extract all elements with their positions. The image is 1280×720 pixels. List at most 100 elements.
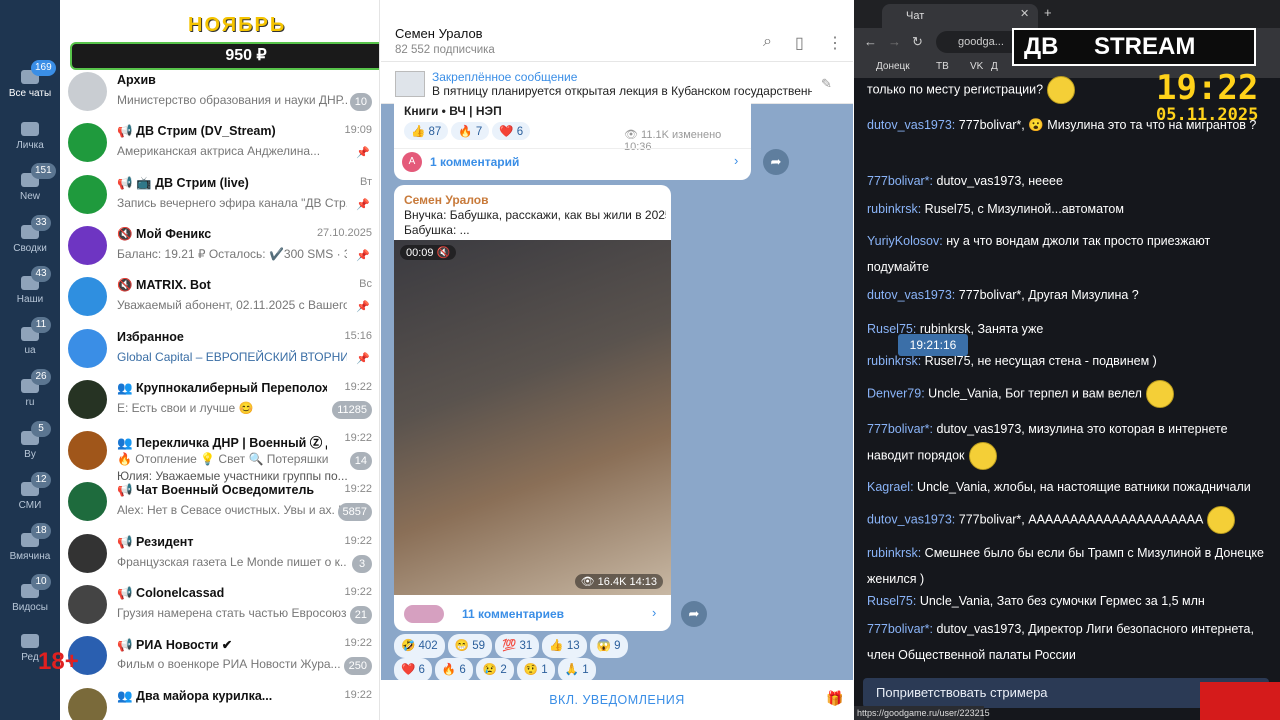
reaction-chip[interactable]: 🔥 6: [434, 658, 473, 682]
rail-folder-3[interactable]: 33 Сводки: [0, 215, 60, 254]
bookmark-item[interactable]: VK: [970, 61, 983, 72]
forward-icon[interactable]: →: [888, 34, 901, 49]
rail-folder-4[interactable]: 43 Наши: [0, 266, 60, 305]
video-duration: 00:09: [406, 247, 434, 259]
avatar: [68, 72, 107, 111]
reaction-chip[interactable]: 😢 2: [475, 658, 514, 682]
chat-nick[interactable]: 777bolivar*:: [867, 174, 933, 188]
post2-comments[interactable]: 11 комментариев: [462, 607, 564, 621]
reaction-chip[interactable]: 💯 31: [495, 634, 540, 658]
chat-nick[interactable]: rubinkrsk:: [867, 546, 921, 560]
reaction-chip[interactable]: ❤️ 6: [492, 122, 531, 140]
chat-time: 19:22: [344, 688, 372, 701]
chat-preview: Грузия намерена стать частью Евросоюза .…: [117, 606, 347, 620]
folder-label: Сводки: [13, 243, 47, 254]
chat-nick[interactable]: Rusel75:: [867, 594, 916, 608]
status-url: https://goodgame.ru/user/223215: [854, 706, 990, 720]
unread-badge: 10: [349, 93, 372, 111]
folder-badge: 5: [31, 421, 51, 437]
rail-folder-1[interactable]: Личка: [0, 122, 60, 151]
chat-row[interactable]: 📢 Чат Военный Осведомитель 19:22 Alex: Нет…: [60, 476, 379, 527]
commenter-avatar: A: [402, 152, 422, 172]
video-player[interactable]: 00:09 🔇 👁 16.4K 14:13: [394, 240, 671, 595]
chat-row[interactable]: 📢 ДВ Стрим (DV_Stream) 19:09 Американская …: [60, 117, 379, 168]
avatar: [68, 431, 107, 471]
sidebar-toggle-icon[interactable]: ▯: [795, 33, 804, 53]
chat-nick[interactable]: dutov_vas1973:: [867, 118, 955, 132]
chat-nick[interactable]: rubinkrsk:: [867, 202, 921, 216]
rail-folder-6[interactable]: 26 ru: [0, 369, 60, 408]
chat-nick[interactable]: YuriyKolosov:: [867, 234, 943, 248]
chat-message: rubinkrsk: Rusel75, с Мизулиной...автома…: [867, 196, 1267, 222]
chat-preview: Министерство образования и науки ДНР...: [117, 93, 347, 107]
reaction-chip[interactable]: 🔥 7: [451, 122, 490, 140]
browser-tab[interactable]: Чат: [882, 4, 1038, 28]
rail-folder-7[interactable]: 5 By: [0, 421, 60, 460]
reaction-chip[interactable]: 🤣 402: [394, 634, 445, 658]
chat-row[interactable]: 📢 Резидент 19:22 Французская газета Le Mon…: [60, 528, 379, 579]
chat-nick[interactable]: Kagrael:: [867, 480, 914, 494]
rail-folder-0[interactable]: 169 Все чаты: [0, 60, 60, 99]
share-button[interactable]: ➦: [763, 149, 789, 175]
reaction-chip[interactable]: 👍 87: [404, 122, 449, 140]
share-button[interactable]: ➦: [681, 601, 707, 627]
chevron-right-icon[interactable]: ›: [652, 605, 656, 620]
reaction-chip[interactable]: 😁 59: [447, 634, 493, 658]
reaction-chip[interactable]: 👍 13: [542, 634, 587, 658]
bookmark-item[interactable]: ТВ: [936, 61, 949, 72]
chat-row[interactable]: 📢 РИА Новости ✔ 19:22 Фильм о военкоре РИА…: [60, 630, 379, 681]
chat-row[interactable]: 📢 📺 ДВ Стрим (live) Вт Запись вечернего эф…: [60, 169, 379, 220]
chat-nick[interactable]: 777bolivar*:: [867, 622, 933, 636]
search-icon[interactable]: ⌕: [763, 33, 772, 51]
chat-title: 📢 Резидент: [117, 534, 194, 549]
post1-comments[interactable]: 1 комментарий: [430, 155, 519, 169]
chat-row[interactable]: 👥 Крупнокалиберный Переполох Чат 19:22 Е: …: [60, 374, 379, 425]
chat-title: Архив: [117, 73, 156, 87]
chat-preview: Alex: Нет в Севасе очистных. Увы и ах. Н…: [117, 503, 347, 518]
reaction-chip[interactable]: 😱 9: [589, 634, 628, 658]
reaction-chip[interactable]: 🤨 1: [516, 658, 555, 682]
pinned-thumbnail: [395, 71, 425, 97]
rail-folder-5[interactable]: 11 ua: [0, 317, 60, 356]
chat-nick[interactable]: dutov_vas1973:: [867, 512, 955, 526]
rail-folder-10[interactable]: 10 Видосы: [0, 574, 60, 613]
chat-nick[interactable]: Denver79:: [867, 386, 925, 400]
age-label: 18+: [38, 648, 79, 675]
new-tab-icon[interactable]: +: [1044, 5, 1052, 20]
channel-header[interactable]: Семен Уралов 82 552 подписчика ⌕ ▯ ⋮: [381, 0, 853, 62]
chat-row[interactable]: 🔇 MATRIX. Bot Вс Уважаемый абонент, 02.11.…: [60, 271, 379, 322]
close-tab-icon[interactable]: ✕: [1020, 7, 1029, 20]
chat-row[interactable]: Архив Министерство образования и науки ДН…: [60, 66, 379, 117]
chat-nick[interactable]: 777bolivar*:: [867, 422, 933, 436]
chat-nick[interactable]: dutov_vas1973:: [867, 288, 955, 302]
chat-text: Rusel75, с Мизулиной...автоматом: [924, 202, 1124, 216]
chevron-right-icon[interactable]: ›: [734, 153, 738, 168]
pin-list-icon[interactable]: ✎: [821, 76, 832, 92]
chat-preview: Уважаемый абонент, 02.11.2025 с Вашего а…: [117, 298, 347, 313]
rail-folder-2[interactable]: 151 New: [0, 163, 60, 202]
reload-icon[interactable]: ↻: [912, 34, 923, 50]
bookmark-item[interactable]: Донецк: [876, 61, 910, 72]
gift-icon[interactable]: 🎁: [826, 690, 843, 707]
chat-title: 🔇 MATRIX. Bot: [117, 278, 211, 293]
ussr-flag: [1200, 682, 1280, 720]
chat-row[interactable]: 📢 Colonelcassad 19:22 Грузия намерена стат…: [60, 579, 379, 630]
rail-folder-8[interactable]: 12 СМИ: [0, 472, 60, 511]
rail-folder-9[interactable]: 18 Вмячина: [0, 523, 60, 562]
avatar: [68, 585, 107, 624]
avatar: [68, 482, 107, 522]
chat-nick[interactable]: rubinkrsk:: [867, 354, 921, 368]
back-icon[interactable]: ←: [864, 34, 877, 49]
chat-row[interactable]: 👥 Два майора курилка... 19:22: [60, 682, 379, 720]
reaction-chip[interactable]: ❤️ 6: [394, 658, 432, 682]
chat-row[interactable]: Избранное 15:16 Global Capital – ЕВРОПЕЙСК…: [60, 323, 379, 374]
chat-text: 777bolivar*, Другая Мизулина ?: [958, 288, 1139, 302]
chat-row[interactable]: 🔇 Мой Феникс 27.10.2025 Баланс: 19.21 ₽ Ос…: [60, 220, 379, 271]
mute-icon[interactable]: 🔇: [437, 247, 451, 259]
bookmark-item[interactable]: Д: [991, 61, 998, 72]
unread-badge: 250: [343, 657, 372, 676]
more-icon[interactable]: ⋮: [827, 33, 843, 53]
enable-notifications-button[interactable]: ВКЛ. УВЕДОМЛЕНИЯ: [381, 680, 853, 720]
reaction-chip[interactable]: 🙏 1: [557, 658, 596, 682]
chat-time: 19:22: [344, 586, 372, 598]
